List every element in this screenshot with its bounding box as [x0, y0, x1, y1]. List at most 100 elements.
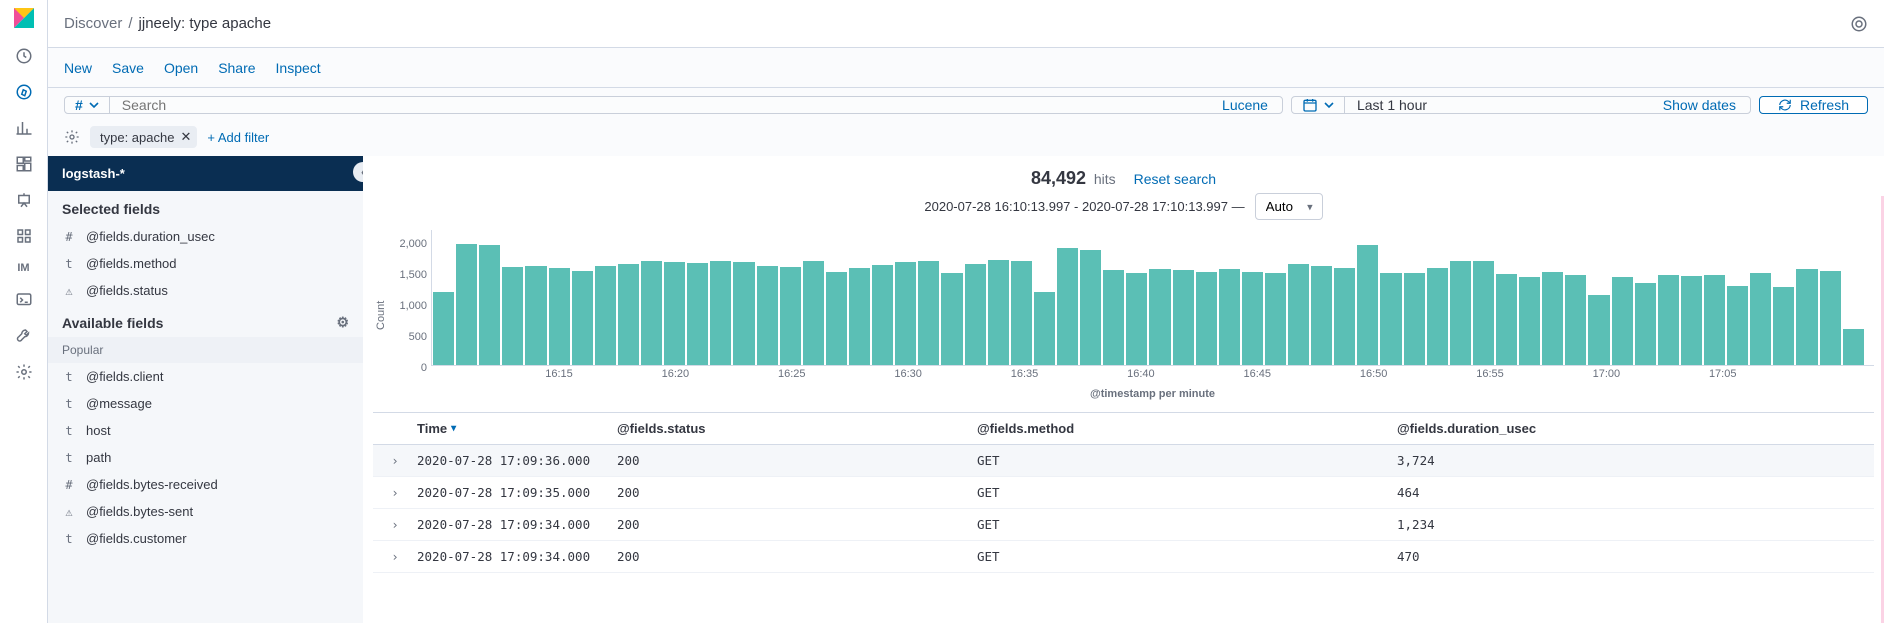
- histogram-bar[interactable]: [803, 261, 824, 365]
- histogram-bar[interactable]: [1334, 268, 1355, 365]
- dashboard-icon[interactable]: [14, 154, 34, 174]
- expand-row-icon[interactable]: ›: [391, 549, 399, 564]
- newsfeed-icon[interactable]: [1850, 15, 1868, 33]
- histogram-bar[interactable]: [572, 271, 593, 366]
- histogram-bar[interactable]: [988, 260, 1009, 365]
- histogram-bar[interactable]: [641, 261, 662, 365]
- histogram-bar[interactable]: [1173, 270, 1194, 365]
- histogram-bar[interactable]: [1103, 270, 1124, 365]
- maps-icon[interactable]: [14, 226, 34, 246]
- histogram-bar[interactable]: [456, 244, 477, 366]
- index-pattern-selector[interactable]: logstash-* ‹: [48, 156, 363, 191]
- histogram-bar[interactable]: [479, 245, 500, 365]
- reset-search-link[interactable]: Reset search: [1134, 171, 1216, 187]
- histogram-chart[interactable]: Count 2,0001,5001,0005000 16:1516:2016:2…: [373, 230, 1874, 400]
- expand-row-icon[interactable]: ›: [391, 453, 399, 468]
- histogram-bar[interactable]: [1450, 261, 1471, 365]
- histogram-bar[interactable]: [664, 262, 685, 365]
- field-item[interactable]: tpath: [48, 444, 363, 471]
- histogram-bar[interactable]: [1681, 276, 1702, 365]
- kibana-logo[interactable]: [12, 6, 36, 30]
- histogram-bar[interactable]: [549, 268, 570, 365]
- field-item[interactable]: ⚠@fields.bytes-sent: [48, 498, 363, 525]
- field-item[interactable]: t@message: [48, 390, 363, 417]
- histogram-bar[interactable]: [1635, 283, 1656, 365]
- histogram-bar[interactable]: [1034, 292, 1055, 365]
- histogram-bar[interactable]: [1357, 245, 1378, 365]
- col-time[interactable]: Time▾: [409, 421, 609, 436]
- histogram-bar[interactable]: [1288, 264, 1309, 365]
- gear-icon[interactable]: ⚙: [336, 314, 349, 331]
- field-item[interactable]: t@fields.customer: [48, 525, 363, 552]
- date-range-text[interactable]: Last 1 hour: [1345, 97, 1649, 113]
- histogram-bar[interactable]: [1796, 269, 1817, 365]
- histogram-bar[interactable]: [941, 273, 962, 365]
- date-quick-button[interactable]: [1292, 97, 1345, 113]
- close-icon[interactable]: ✕: [180, 129, 191, 145]
- histogram-bar[interactable]: [595, 266, 616, 365]
- save-link[interactable]: Save: [112, 60, 144, 76]
- histogram-bar[interactable]: [525, 266, 546, 365]
- field-item[interactable]: thost: [48, 417, 363, 444]
- histogram-bar[interactable]: [433, 292, 454, 365]
- inspect-link[interactable]: Inspect: [276, 60, 321, 76]
- histogram-bar[interactable]: [1265, 273, 1286, 365]
- histogram-bar[interactable]: [1542, 272, 1563, 365]
- open-link[interactable]: Open: [164, 60, 198, 76]
- histogram-bar[interactable]: [872, 265, 893, 365]
- histogram-bar[interactable]: [1011, 261, 1032, 365]
- refresh-button[interactable]: Refresh: [1759, 96, 1868, 114]
- recent-icon[interactable]: [14, 46, 34, 66]
- devtools-icon[interactable]: [14, 290, 34, 310]
- col-method[interactable]: @fields.method: [969, 421, 1389, 436]
- expand-row-icon[interactable]: ›: [391, 485, 399, 500]
- histogram-bar[interactable]: [1496, 274, 1517, 365]
- table-row[interactable]: ›2020-07-28 17:09:34.000200GET1,234: [373, 509, 1874, 541]
- histogram-bar[interactable]: [1242, 272, 1263, 365]
- breadcrumb-root[interactable]: Discover: [64, 15, 122, 32]
- histogram-bar[interactable]: [1588, 295, 1609, 365]
- histogram-bar[interactable]: [895, 262, 916, 365]
- histogram-bar[interactable]: [1380, 273, 1401, 365]
- table-row[interactable]: ›2020-07-28 17:09:35.000200GET464: [373, 477, 1874, 509]
- histogram-bar[interactable]: [1219, 269, 1240, 365]
- histogram-bar[interactable]: [1404, 273, 1425, 365]
- histogram-bar[interactable]: [1820, 271, 1841, 366]
- col-status[interactable]: @fields.status: [609, 421, 969, 436]
- collapse-sidebar-icon[interactable]: ‹: [353, 162, 363, 182]
- filter-options-icon[interactable]: [64, 129, 80, 145]
- histogram-bar[interactable]: [849, 268, 870, 365]
- histogram-bar[interactable]: [1773, 287, 1794, 365]
- show-dates-button[interactable]: Show dates: [1649, 97, 1750, 113]
- histogram-bar[interactable]: [1473, 261, 1494, 365]
- share-link[interactable]: Share: [218, 60, 255, 76]
- table-row[interactable]: ›2020-07-28 17:09:34.000200GET470: [373, 541, 1874, 573]
- field-item[interactable]: t@fields.client: [48, 363, 363, 390]
- field-item[interactable]: t@fields.method: [48, 250, 363, 277]
- histogram-bar[interactable]: [618, 264, 639, 365]
- im-icon[interactable]: IM: [17, 262, 29, 274]
- histogram-bar[interactable]: [687, 263, 708, 365]
- histogram-bar[interactable]: [1704, 275, 1725, 365]
- histogram-bar[interactable]: [1750, 273, 1771, 365]
- histogram-bar[interactable]: [710, 261, 731, 365]
- query-language-prefix[interactable]: #: [65, 97, 110, 113]
- histogram-bar[interactable]: [1149, 269, 1170, 365]
- col-duration[interactable]: @fields.duration_usec: [1389, 421, 1874, 436]
- histogram-bar[interactable]: [502, 267, 523, 365]
- discover-icon[interactable]: [14, 82, 34, 102]
- histogram-bar[interactable]: [1427, 268, 1448, 365]
- histogram-bar[interactable]: [1565, 275, 1586, 365]
- histogram-bar[interactable]: [1311, 266, 1332, 365]
- field-item[interactable]: ⚠@fields.status: [48, 277, 363, 304]
- histogram-bar[interactable]: [1126, 273, 1147, 365]
- stack-icon[interactable]: [14, 326, 34, 346]
- histogram-bar[interactable]: [1612, 277, 1633, 365]
- canvas-icon[interactable]: [14, 190, 34, 210]
- histogram-bar[interactable]: [780, 267, 801, 365]
- histogram-bar[interactable]: [1727, 286, 1748, 365]
- query-language-button[interactable]: Lucene: [1208, 97, 1282, 113]
- histogram-bar[interactable]: [1843, 329, 1864, 365]
- interval-select[interactable]: Auto: [1255, 193, 1323, 220]
- histogram-bar[interactable]: [1057, 248, 1078, 365]
